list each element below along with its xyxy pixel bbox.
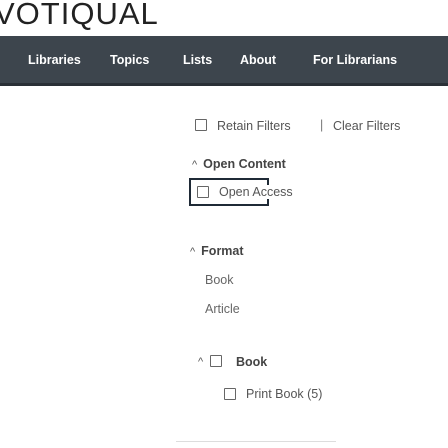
- open-content-heading-label: Open Content: [203, 157, 286, 171]
- retain-filters-checkbox[interactable]: [195, 119, 207, 131]
- site-logo[interactable]: VOTIQUAL: [0, 0, 159, 32]
- book-group-label[interactable]: Book: [236, 355, 267, 369]
- filter-controls: Retain Filters | Clear Filters: [0, 117, 448, 137]
- open-access-checkbox[interactable]: [197, 186, 209, 198]
- brand-bar: VOTIQUAL: [0, 0, 448, 36]
- nav-item-about[interactable]: About: [240, 53, 276, 67]
- book-checkbox[interactable]: [210, 355, 222, 367]
- format-heading[interactable]: ^ Format: [190, 244, 244, 258]
- open-access-label[interactable]: Open Access: [219, 185, 293, 199]
- format-heading-label: Format: [201, 244, 244, 258]
- nav-item-libraries[interactable]: Libraries: [28, 53, 81, 67]
- print-book-label[interactable]: Print Book (5): [246, 387, 322, 401]
- format-option-article[interactable]: Article: [205, 302, 240, 316]
- open-content-heading[interactable]: ^ Open Content: [192, 157, 286, 171]
- print-book-checkbox[interactable]: [224, 388, 236, 400]
- caret-up-icon: ^: [190, 246, 196, 258]
- nav-item-for-librarians[interactable]: For Librarians: [313, 53, 397, 67]
- filter-separator: |: [320, 118, 324, 132]
- nav-item-topics[interactable]: Topics: [110, 53, 149, 67]
- retain-filters-label[interactable]: Retain Filters: [217, 119, 291, 133]
- main-navigation: Libraries Topics Lists About For Librari…: [0, 36, 448, 86]
- clear-filters-link[interactable]: Clear Filters: [333, 119, 400, 133]
- divider: [176, 441, 336, 442]
- nav-item-lists[interactable]: Lists: [183, 53, 212, 67]
- caret-up-icon: ^: [192, 159, 198, 171]
- format-option-book[interactable]: Book: [205, 273, 234, 287]
- caret-up-icon[interactable]: ^: [198, 356, 203, 368]
